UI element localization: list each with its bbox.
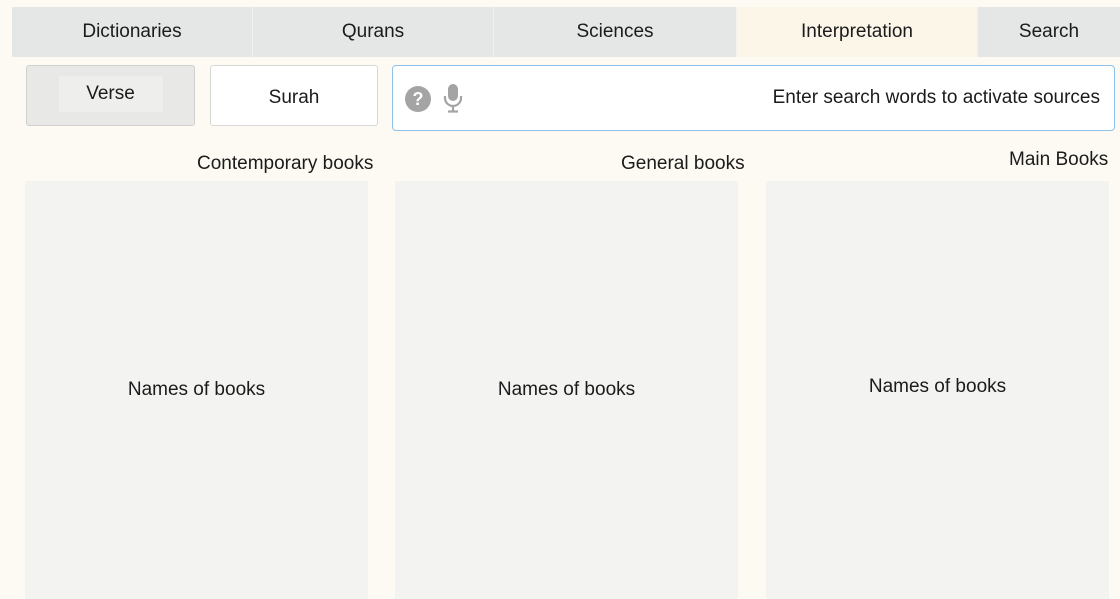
contemporary-books-list[interactable]: Names of books [25, 181, 368, 599]
surah-button[interactable]: Surah [210, 65, 378, 126]
search-input[interactable] [473, 66, 1100, 130]
tab-interpretation[interactable]: Interpretation [737, 7, 978, 57]
top-tab-bar: Dictionaries Qurans Sciences Interpretat… [12, 7, 1120, 57]
column-title-general: General books [621, 153, 745, 174]
tab-qurans[interactable]: Qurans [253, 7, 494, 57]
books-placeholder-text: Names of books [497, 379, 636, 400]
microphone-icon[interactable] [442, 83, 464, 113]
search-box: ? [392, 65, 1115, 131]
tab-search[interactable]: Search [978, 7, 1120, 57]
main-books-list[interactable]: Names of books [766, 181, 1109, 599]
verse-button[interactable]: Verse [26, 65, 195, 126]
verse-button-label: Verse [58, 76, 163, 112]
general-books-list[interactable]: Names of books [395, 181, 738, 599]
surah-button-label: Surah [268, 86, 320, 108]
books-placeholder-text: Names of books [127, 379, 266, 400]
question-circle-icon[interactable]: ? [405, 86, 431, 112]
tab-sciences[interactable]: Sciences [494, 7, 737, 57]
tab-dictionaries[interactable]: Dictionaries [12, 7, 253, 57]
column-title-main: Main Books [1009, 149, 1109, 170]
svg-text:?: ? [413, 89, 424, 109]
books-placeholder-text: Names of books [868, 376, 1007, 397]
column-title-contemporary: Contemporary books [197, 153, 374, 174]
